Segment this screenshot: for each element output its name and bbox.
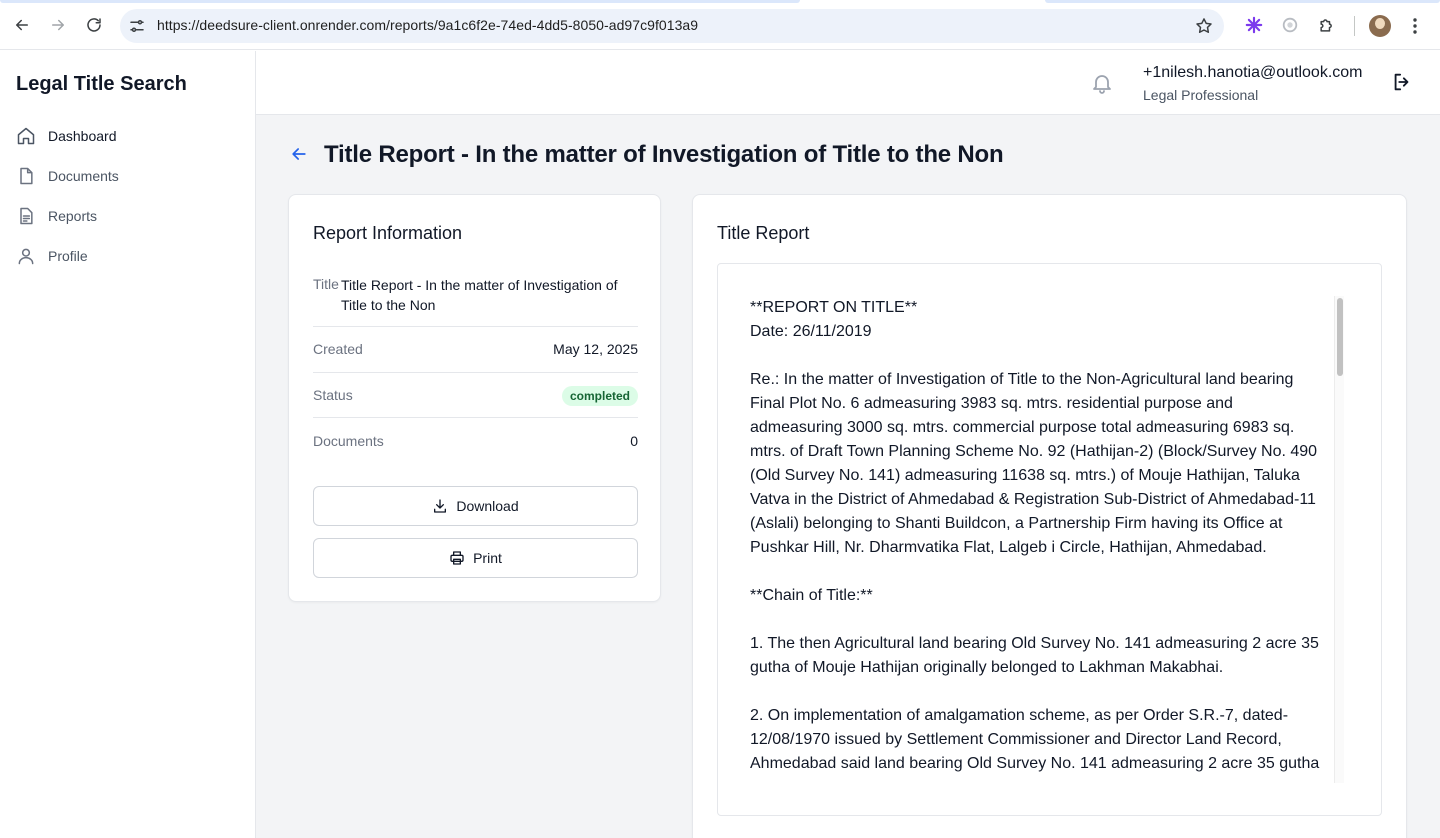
app-header: +1nilesh.hanotia@outlook.com Legal Profe… (256, 51, 1440, 115)
user-icon (16, 246, 36, 266)
info-label: Status (313, 387, 353, 403)
sidebar: Legal Title Search Dashboard Documents R… (0, 51, 256, 838)
report-information-card: Report Information Title Title Report - … (288, 194, 661, 602)
info-label: Created (313, 341, 363, 357)
browser-toolbar: https://deedsure-client.onrender.com/rep… (0, 0, 1440, 50)
extension-grey-icon[interactable] (1280, 15, 1300, 35)
scrollbar-thumb[interactable] (1337, 298, 1343, 376)
status-badge: completed (561, 386, 638, 406)
printer-icon (449, 550, 465, 566)
main-content: Title Report - In the matter of Investig… (256, 115, 1440, 838)
browser-menu-icon[interactable] (1405, 15, 1425, 37)
info-value: Title Report - In the matter of Investig… (341, 277, 618, 313)
sidebar-item-label: Reports (48, 208, 98, 224)
sidebar-item-dashboard[interactable]: Dashboard (16, 121, 240, 151)
extensions-puzzle-icon[interactable] (1317, 15, 1337, 35)
card-heading: Title Report (717, 223, 810, 243)
info-label: Documents (313, 433, 384, 449)
sidebar-item-label: Documents (48, 168, 119, 184)
info-label: Title (313, 276, 339, 292)
info-row-created: Created May 12, 2025 (313, 327, 638, 373)
report-scrollbar[interactable] (1334, 296, 1344, 783)
title-report-card: Title Report **REPORT ON TITLE** Date: 2… (692, 194, 1407, 838)
profile-avatar-icon[interactable] (1369, 15, 1391, 37)
tab-strip-segment (0, 0, 800, 3)
info-value: 0 (630, 433, 638, 449)
report-viewer[interactable]: **REPORT ON TITLE** Date: 26/11/2019 Re.… (717, 263, 1382, 816)
report-icon (16, 206, 36, 226)
sidebar-item-reports[interactable]: Reports (16, 201, 240, 231)
info-row-documents: Documents 0 (313, 418, 638, 464)
print-label: Print (473, 550, 502, 566)
home-icon (16, 126, 36, 146)
tab-strip (0, 0, 1440, 3)
forward-nav-icon[interactable] (46, 13, 70, 37)
download-icon (432, 498, 448, 514)
user-email: +1nilesh.hanotia@outlook.com (1143, 64, 1363, 81)
app-brand: Legal Title Search (16, 73, 187, 95)
bookmark-star-icon[interactable] (1194, 16, 1214, 36)
extension-purple-icon[interactable] (1244, 15, 1264, 35)
info-value: May 12, 2025 (553, 341, 638, 357)
download-button[interactable]: Download (313, 486, 638, 526)
report-body-text: **REPORT ON TITLE** Date: 26/11/2019 Re.… (750, 299, 1320, 772)
sidebar-item-documents[interactable]: Documents (16, 161, 240, 191)
site-settings-icon[interactable] (128, 17, 146, 35)
download-label: Download (456, 498, 519, 514)
notification-bell-icon[interactable] (1090, 71, 1114, 95)
url-text[interactable]: https://deedsure-client.onrender.com/rep… (157, 17, 698, 33)
sidebar-item-label: Dashboard (48, 128, 117, 144)
info-row-status: Status completed (313, 373, 638, 418)
card-heading: Report Information (313, 223, 463, 243)
back-arrow-icon[interactable] (289, 144, 309, 164)
page-title: Title Report - In the matter of Investig… (324, 141, 1004, 168)
sidebar-item-label: Profile (48, 248, 88, 264)
print-button[interactable]: Print (313, 538, 638, 578)
document-icon (16, 166, 36, 186)
user-role: Legal Professional (1143, 87, 1259, 103)
reload-icon[interactable] (82, 13, 106, 37)
address-bar[interactable]: https://deedsure-client.onrender.com/rep… (120, 9, 1224, 43)
tab-strip-segment (1045, 0, 1440, 3)
back-nav-icon[interactable] (10, 13, 34, 37)
sidebar-item-profile[interactable]: Profile (16, 241, 240, 271)
toolbar-divider (1354, 16, 1355, 36)
info-row-title: Title Title Report - In the matter of In… (313, 275, 638, 327)
logout-icon[interactable] (1391, 71, 1413, 93)
